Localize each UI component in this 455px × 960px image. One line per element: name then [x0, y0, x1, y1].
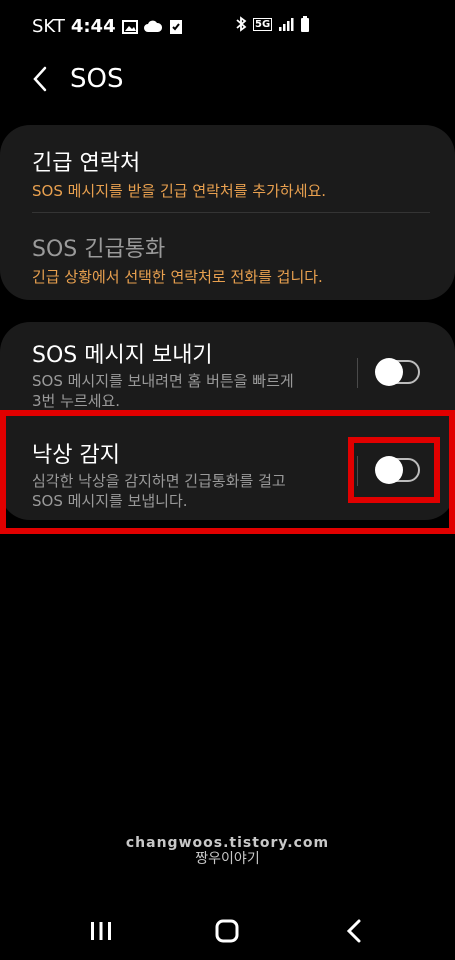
back-icon[interactable]	[340, 918, 370, 944]
network-type: 5G	[253, 17, 273, 31]
divider	[32, 212, 430, 213]
signal-icon	[279, 18, 294, 31]
send-sos-title: SOS 메시지 보내기	[32, 343, 213, 368]
header: SOS	[0, 58, 455, 102]
fall-toggle-highlight	[348, 437, 440, 503]
status-right: 5G	[235, 16, 310, 32]
page-title: SOS	[70, 64, 124, 94]
toggle-knob	[375, 358, 403, 386]
cloud-icon	[143, 20, 162, 32]
clock: 4:44	[70, 16, 116, 37]
home-icon[interactable]	[212, 918, 242, 944]
emergency-contacts-item[interactable]: 긴급 연락처 SOS 메시지를 받을 긴급 연락처를 추가하세요.	[32, 145, 422, 201]
watermark-name: 짱우이야기	[195, 851, 260, 867]
send-sos-item[interactable]: SOS 메시지 보내기 SOS 메시지를 보내려면 홈 버튼을 빠르게 3번 누…	[32, 337, 342, 411]
check-icon	[169, 19, 182, 34]
sos-call-title: SOS 긴급통화	[32, 237, 166, 262]
send-sos-toggle[interactable]	[375, 358, 420, 386]
bluetooth-icon	[236, 16, 247, 32]
sos-call-subtitle: 긴급 상황에서 선택한 연락처로 전화를 겁니다.	[32, 268, 323, 286]
emergency-contacts-title: 긴급 연락처	[32, 151, 141, 176]
watermark-url: changwoos.tistory.com	[125, 835, 330, 851]
emergency-contacts-card: 긴급 연락처 SOS 메시지를 받을 긴급 연락처를 추가하세요. SOS 긴급…	[0, 125, 455, 300]
send-sos-subtitle-line1: SOS 메시지를 보내려면 홈 버튼을 빠르게	[32, 372, 294, 390]
battery-icon	[301, 16, 310, 32]
send-sos-subtitle-line2: 3번 누르세요.	[32, 392, 121, 410]
status-bar: SKT 4:44 5G	[0, 0, 455, 52]
recent-apps-icon[interactable]	[86, 918, 116, 944]
send-sos-subtitle: SOS 메시지를 보내려면 홈 버튼을 빠르게 3번 누르세요.	[32, 371, 342, 411]
watermark: changwoos.tistory.com 짱우이야기	[0, 835, 455, 867]
toggle-divider	[357, 358, 358, 388]
navigation-bar	[0, 900, 455, 960]
carrier-label: SKT	[32, 16, 65, 37]
sos-call-item[interactable]: SOS 긴급통화 긴급 상황에서 선택한 연락처로 전화를 겁니다.	[32, 231, 422, 287]
emergency-contacts-subtitle: SOS 메시지를 받을 긴급 연락처를 추가하세요.	[32, 182, 327, 200]
image-icon	[121, 19, 138, 34]
status-left: SKT 4:44	[32, 16, 184, 37]
back-arrow-icon[interactable]	[30, 64, 50, 94]
